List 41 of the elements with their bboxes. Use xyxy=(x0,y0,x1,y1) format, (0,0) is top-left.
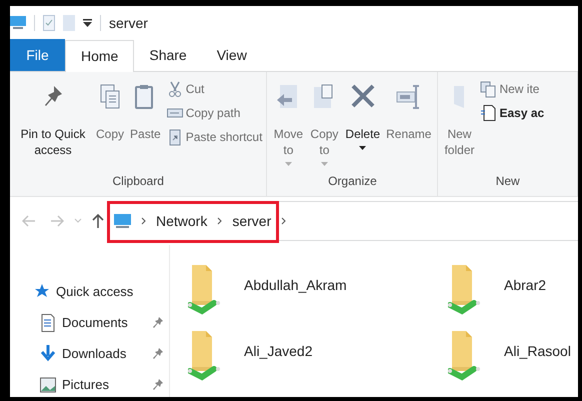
ribbon-tab[interactable]: Home xyxy=(65,40,134,72)
shortcut-icon xyxy=(166,128,183,146)
breadcrumb[interactable]: Network xyxy=(156,210,208,232)
ribbon-button[interactable]: Easy ac xyxy=(480,104,544,122)
document-icon xyxy=(480,104,496,122)
computer-icon xyxy=(10,16,26,30)
window-title: server xyxy=(109,14,148,32)
group-label: New xyxy=(496,173,520,190)
scissors-icon xyxy=(166,80,183,98)
pictures-icon xyxy=(40,376,56,394)
chevron-icon xyxy=(281,217,286,225)
nav-item[interactable]: Pictures xyxy=(62,375,109,395)
group-label: Clipboard xyxy=(112,173,164,190)
computer-icon xyxy=(114,214,131,228)
breadcrumb[interactable]: server xyxy=(232,210,272,232)
ribbon-button[interactable]: Pin to Quick access xyxy=(14,80,92,172)
folder-name[interactable]: Abdullah_Akram xyxy=(244,275,347,296)
chevron-icon xyxy=(141,217,146,225)
ribbon-button[interactable]: Delete xyxy=(343,80,382,172)
group-label: Organize xyxy=(328,173,377,190)
ribbon-tab[interactable]: View xyxy=(202,39,262,71)
nav-item[interactable]: Downloads xyxy=(62,344,126,364)
back-icon[interactable] xyxy=(22,215,36,227)
ribbon-tab[interactable]: File xyxy=(10,39,65,71)
folder-name[interactable]: Abrar2 xyxy=(504,275,546,296)
up-icon[interactable] xyxy=(92,214,104,228)
ribbon-tab[interactable]: Share xyxy=(134,39,202,71)
new-item-icon xyxy=(480,80,496,98)
properties-icon[interactable] xyxy=(43,15,55,31)
folder-name[interactable]: Ali_Rasool xyxy=(504,341,571,362)
forward-icon[interactable] xyxy=(50,215,64,227)
nav-item[interactable]: Documents xyxy=(62,313,128,333)
chevron-icon xyxy=(217,217,222,225)
folder-name[interactable]: Ali_Javed2 xyxy=(244,341,312,362)
document-icon xyxy=(40,314,56,332)
download-icon xyxy=(40,345,56,363)
nav-item[interactable]: Quick access xyxy=(56,282,134,302)
dropdown-icon[interactable] xyxy=(74,218,82,224)
customize-icon[interactable] xyxy=(83,18,92,28)
delete-icon xyxy=(350,84,376,110)
rename-icon xyxy=(396,84,422,110)
